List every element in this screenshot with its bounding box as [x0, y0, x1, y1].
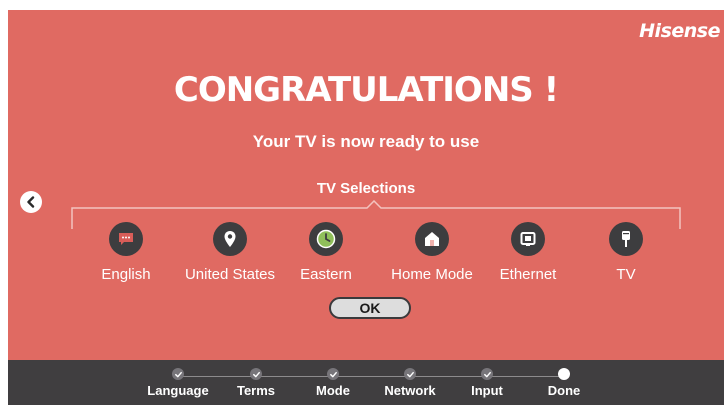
- current-step-dot: [558, 368, 570, 380]
- clock-icon: [316, 229, 336, 249]
- location-pin-icon: [224, 231, 236, 247]
- check-icon: [483, 371, 491, 377]
- step-label: Done: [547, 383, 581, 398]
- selection-label: English: [101, 266, 151, 283]
- chat-bubble-icon: [119, 233, 133, 245]
- step-language: Language: [133, 368, 223, 398]
- check-icon: [329, 371, 337, 377]
- selection-language: English: [66, 222, 186, 283]
- ok-button[interactable]: OK: [329, 297, 411, 319]
- antenna-icon: [622, 231, 630, 247]
- selection-timezone: Eastern: [266, 222, 386, 283]
- page-subtitle: Your TV is now ready to use: [252, 132, 480, 151]
- step-done: Done: [519, 368, 609, 398]
- ethernet-icon: [520, 232, 536, 246]
- check-icon: [252, 371, 260, 377]
- step-label: Language: [147, 383, 209, 398]
- setup-complete-screen: Hisense CONGRATULATIONS ! Your TV is now…: [8, 10, 724, 405]
- page-title: CONGRATULATIONS !: [173, 70, 559, 110]
- chevron-left-icon: [27, 196, 35, 208]
- setup-progress-bar: Language Terms Mode Network Input Done: [8, 360, 724, 405]
- selection-input: TV: [566, 222, 686, 283]
- tv-selections-label: TV Selections: [316, 180, 416, 197]
- hisense-logo: Hisense: [639, 20, 720, 42]
- check-icon: [174, 371, 182, 377]
- home-icon: [425, 232, 439, 246]
- selection-label: TV: [616, 266, 636, 283]
- check-icon: [406, 371, 414, 377]
- selection-label: Eastern: [300, 266, 352, 283]
